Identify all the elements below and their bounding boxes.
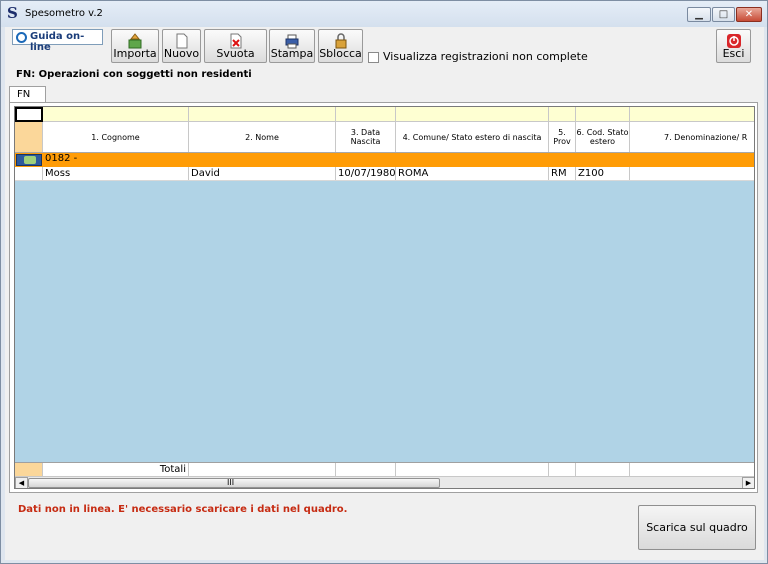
unlock-button[interactable]: Sblocca xyxy=(318,29,363,63)
filter-row xyxy=(15,107,754,122)
clear-button[interactable]: Svuota xyxy=(204,29,267,63)
filter-row-selector[interactable] xyxy=(15,107,43,122)
print-button[interactable]: Stampa xyxy=(269,29,315,63)
cell-cod-stato[interactable]: Z100 xyxy=(576,167,630,180)
cell-comune[interactable]: ROMA xyxy=(396,167,549,180)
scroll-left-arrow-icon[interactable]: ◀ xyxy=(15,477,28,488)
new-button[interactable]: Nuovo xyxy=(162,29,201,63)
import-button[interactable]: Importa xyxy=(111,29,159,63)
help-online-link[interactable]: Guida on-line xyxy=(12,29,103,53)
table-row[interactable]: Moss David 10/07/1980 ROMA RM Z100 xyxy=(15,167,754,181)
totals-row-header xyxy=(15,463,43,476)
cell-data-nascita[interactable]: 10/07/1980 xyxy=(336,167,396,180)
totals-cell xyxy=(630,463,754,476)
print-button-label: Stampa xyxy=(270,47,314,60)
download-to-frame-label: Scarica sul quadro xyxy=(646,521,748,534)
cell-nome[interactable]: David xyxy=(189,167,336,180)
totals-cell xyxy=(336,463,396,476)
cell-prov[interactable]: RM xyxy=(549,167,576,180)
help-icon xyxy=(16,32,27,43)
maximize-icon: □ xyxy=(718,9,729,20)
filter-cell-denominazione[interactable] xyxy=(630,107,754,121)
minimize-button[interactable]: ▁ xyxy=(687,7,711,22)
client-area: Guida on-line Importa Nuovo Svuota Stamp… xyxy=(5,27,764,560)
unlock-button-label: Sblocca xyxy=(319,47,362,60)
app-window: S Spesometro v.2 ▁ □ ✕ Guida on-line Imp… xyxy=(0,0,768,564)
scroll-right-arrow-icon[interactable]: ▶ xyxy=(742,477,754,488)
column-header-cod-stato[interactable]: 6. Cod. Stato estero xyxy=(576,122,630,152)
tab-fn[interactable]: FN xyxy=(9,86,46,103)
column-header-data-nascita[interactable]: 3. Data Nascita xyxy=(336,122,396,152)
help-link-label: Guida on-line xyxy=(30,31,85,53)
filter-cell-prov[interactable] xyxy=(549,107,576,121)
totals-cell xyxy=(576,463,630,476)
data-grid: 1. Cognome 2. Nome 3. Data Nascita 4. Co… xyxy=(14,106,755,489)
show-incomplete-checkbox[interactable] xyxy=(368,52,379,63)
close-button[interactable]: ✕ xyxy=(736,7,762,22)
status-message: Dati non in linea. E' necessario scarica… xyxy=(18,504,348,515)
exit-button[interactable]: Esci xyxy=(716,29,751,63)
group-expand-icon[interactable] xyxy=(16,154,42,166)
group-label: 0182 - xyxy=(45,153,78,164)
exit-button-label: Esci xyxy=(722,47,745,60)
column-header-row: 1. Cognome 2. Nome 3. Data Nascita 4. Co… xyxy=(15,122,754,153)
import-button-label: Importa xyxy=(113,47,157,60)
filter-cell-nome[interactable] xyxy=(189,107,336,121)
totals-cell xyxy=(189,463,336,476)
row-selector[interactable] xyxy=(15,167,43,180)
totals-cell xyxy=(396,463,549,476)
scrollbar-thumb[interactable]: III xyxy=(28,478,440,488)
horizontal-scrollbar[interactable]: ◀ III ▶ xyxy=(15,476,754,488)
row-header-corner xyxy=(15,122,43,152)
cell-cognome[interactable]: Moss xyxy=(43,167,189,180)
totals-label: Totali xyxy=(43,463,189,476)
group-row[interactable]: 0182 - xyxy=(15,153,754,167)
download-to-frame-button[interactable]: Scarica sul quadro xyxy=(638,505,756,550)
maximize-button[interactable]: □ xyxy=(712,7,735,22)
column-header-cognome[interactable]: 1. Cognome xyxy=(43,122,189,152)
filter-cell-cognome[interactable] xyxy=(43,107,189,121)
section-title: FN: Operazioni con soggetti non resident… xyxy=(16,69,252,80)
scrollbar-grip-icon: III xyxy=(227,478,235,487)
title-bar: S Spesometro v.2 ▁ □ ✕ xyxy=(1,1,767,27)
tab-fn-label: FN xyxy=(17,89,31,100)
minimize-icon: ▁ xyxy=(695,9,703,20)
app-icon: S xyxy=(7,4,18,22)
totals-row: Totali xyxy=(15,462,754,476)
cell-denominazione[interactable] xyxy=(630,167,754,180)
column-header-denominazione[interactable]: 7. Denominazione/ R xyxy=(630,122,754,152)
column-header-comune[interactable]: 4. Comune/ Stato estero di nascita xyxy=(396,122,549,152)
totals-cell xyxy=(549,463,576,476)
column-header-nome[interactable]: 2. Nome xyxy=(189,122,336,152)
column-header-prov[interactable]: 5. Prov xyxy=(549,122,576,152)
filter-cell-cod-stato[interactable] xyxy=(576,107,630,121)
filter-cell-data-nascita[interactable] xyxy=(336,107,396,121)
show-incomplete-label: Visualizza registrazioni non complete xyxy=(383,50,588,63)
clear-button-label: Svuota xyxy=(216,47,255,60)
new-button-label: Nuovo xyxy=(163,47,200,60)
close-icon: ✕ xyxy=(744,9,754,20)
window-title: Spesometro v.2 xyxy=(25,8,103,19)
filter-cell-comune[interactable] xyxy=(396,107,549,121)
